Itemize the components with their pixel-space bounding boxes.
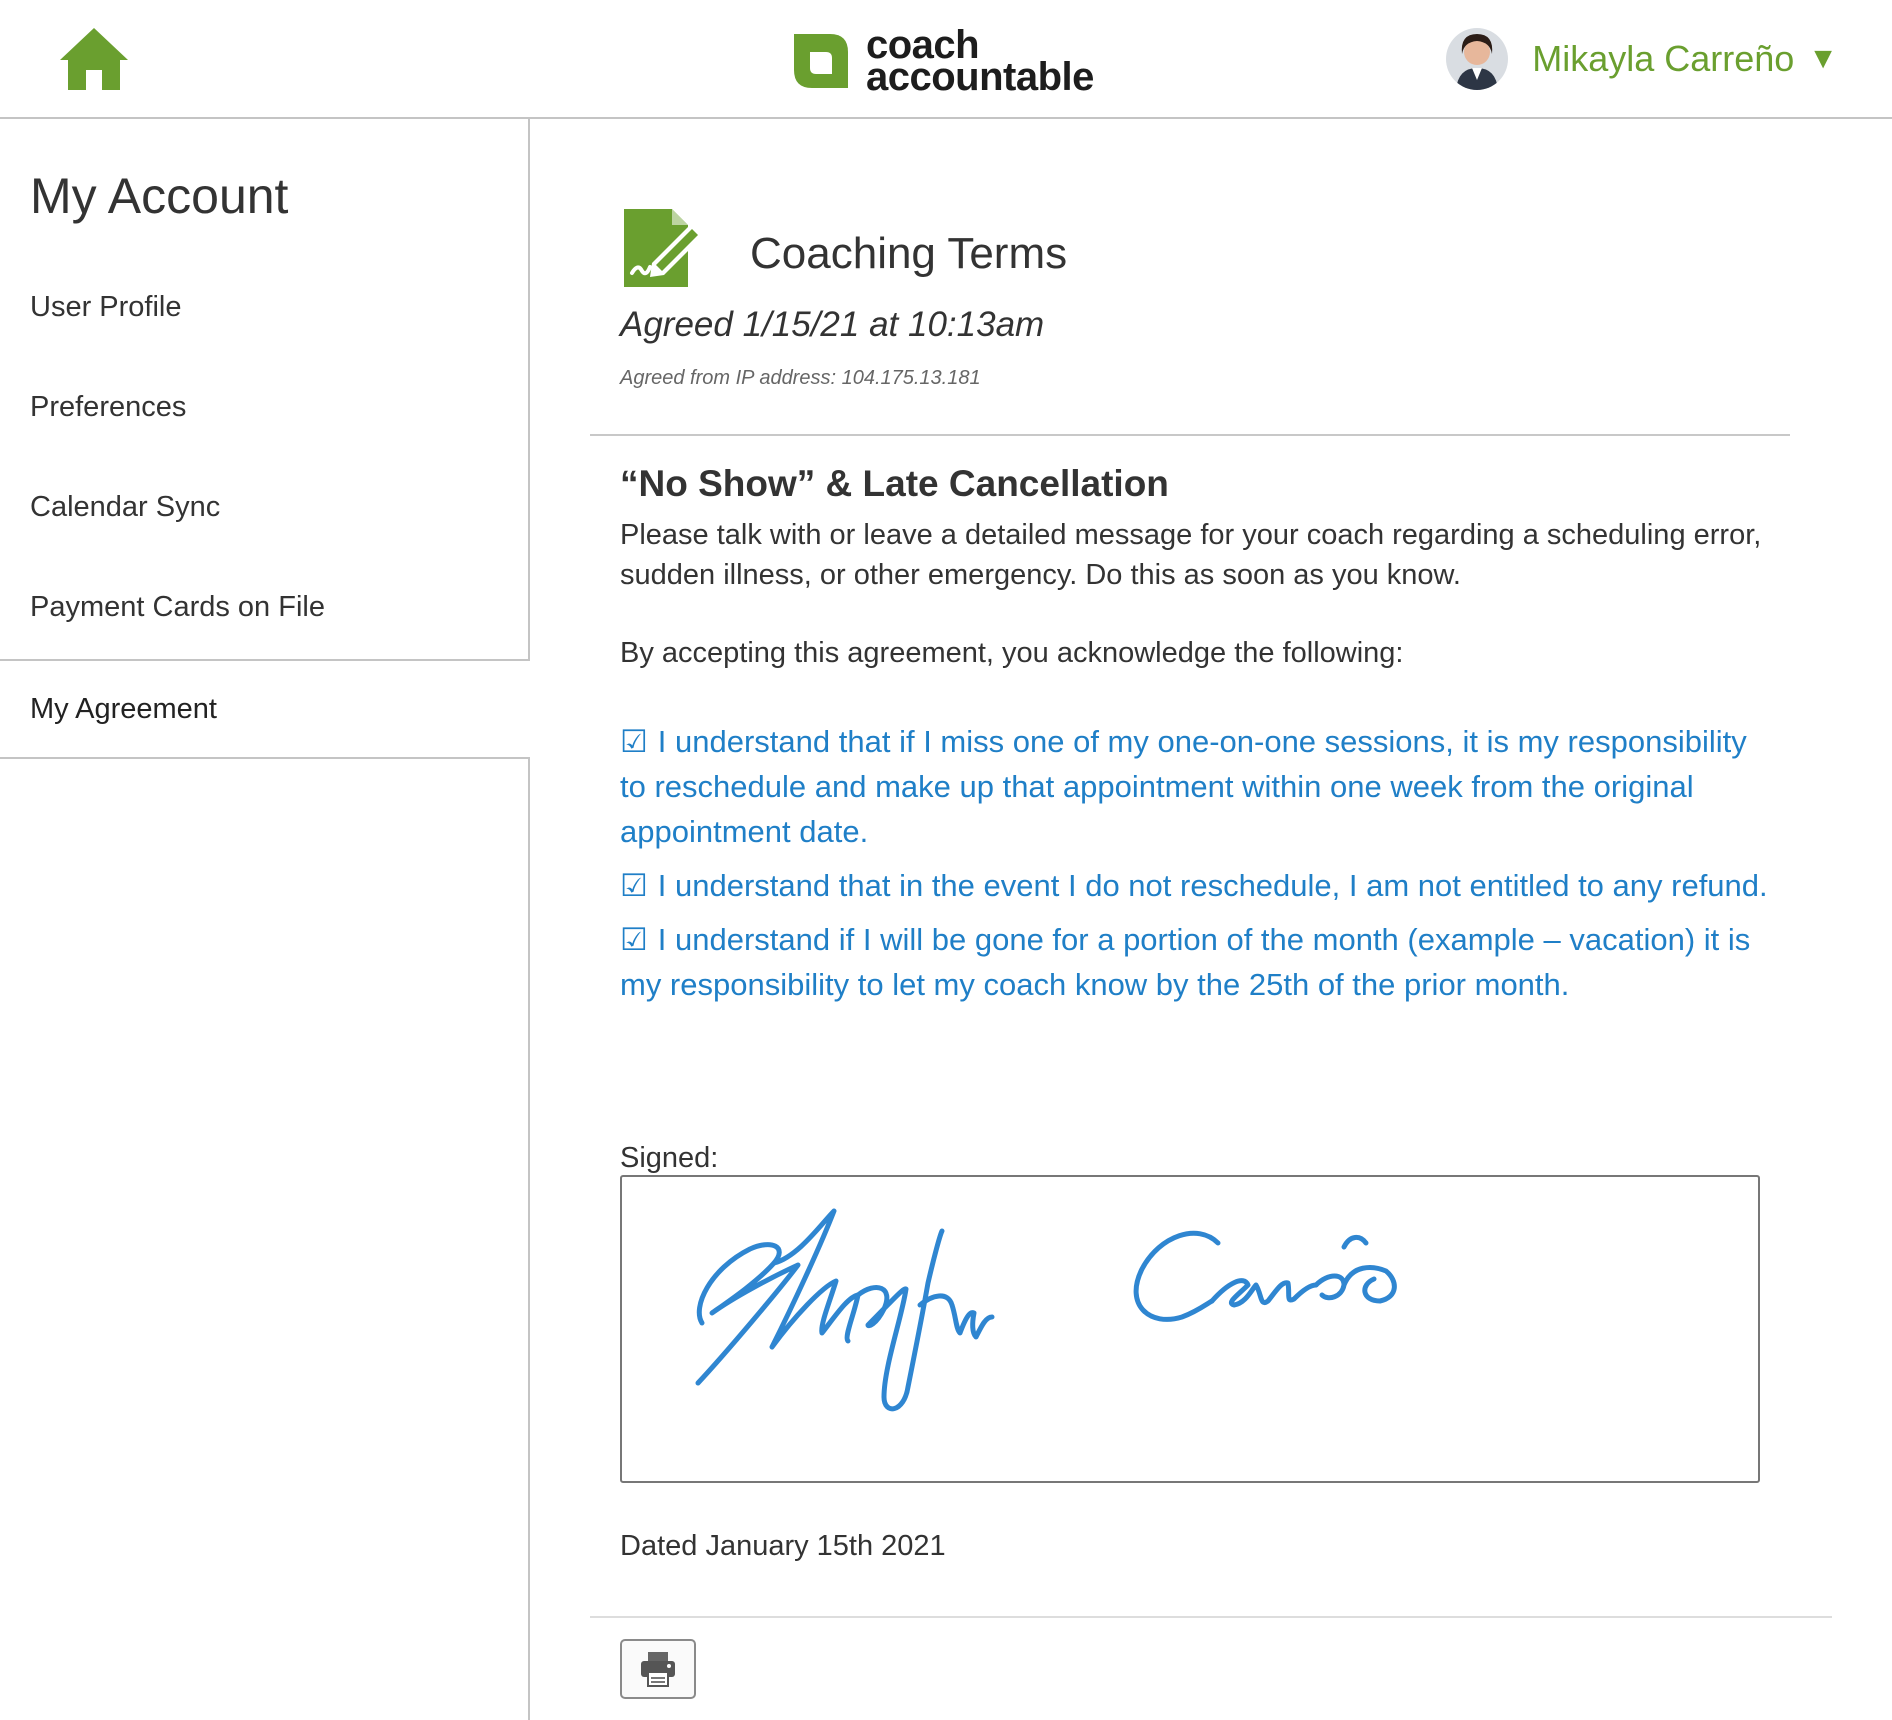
acknowledgement-item: ☑ I understand that if I miss one of my o… bbox=[620, 719, 1770, 854]
sidebar-title: My Account bbox=[30, 168, 289, 224]
sidebar-item-preferences[interactable]: Preferences bbox=[30, 391, 186, 424]
policy-paragraph: Please talk with or leave a detailed mes… bbox=[620, 519, 1762, 591]
acknowledgement-text: I understand that if I miss one of my on… bbox=[620, 724, 1747, 849]
signed-label: Signed: bbox=[620, 1142, 719, 1174]
acknowledgement-item: ☑ I understand if I will be gone for a po… bbox=[620, 917, 1770, 1007]
user-name[interactable]: Mikayla Carreño bbox=[1532, 38, 1794, 80]
account-sidebar: My Account User Profile Preferences Cale… bbox=[0, 119, 530, 1720]
sidebar-item-my-agreement[interactable]: My Agreement bbox=[30, 693, 217, 726]
top-bar: coach accountable Mikayla Carreño ▼ bbox=[0, 0, 1892, 119]
checkbox-checked-icon: ☑ bbox=[620, 868, 648, 903]
logo-line-2: accountable bbox=[866, 55, 1094, 99]
sidebar-item-user-profile[interactable]: User Profile bbox=[30, 291, 182, 324]
document-signature-icon bbox=[624, 209, 702, 287]
divider bbox=[590, 1616, 1832, 1618]
section-heading: “No Show” & Late Cancellation bbox=[620, 463, 1169, 504]
logo-text: coach accountable bbox=[866, 25, 1094, 99]
divider bbox=[590, 434, 1790, 436]
checkbox-checked-icon: ☑ bbox=[620, 724, 648, 759]
acknowledgement-item: ☑ I understand that in the event I do not… bbox=[620, 863, 1770, 908]
checkbox-checked-icon: ☑ bbox=[620, 922, 648, 957]
agreement-title: Coaching Terms bbox=[750, 229, 1068, 278]
acknowledgement-text: I understand that in the event I do not … bbox=[657, 868, 1768, 903]
acknowledgement-list: ☑ I understand that if I miss one of my o… bbox=[620, 719, 1770, 1016]
coach-accountable-logo[interactable]: coach accountable bbox=[790, 25, 1094, 99]
printer-icon bbox=[641, 1652, 675, 1687]
sidebar-item-calendar-sync[interactable]: Calendar Sync bbox=[30, 491, 220, 524]
home-icon[interactable] bbox=[58, 26, 130, 92]
dated-text: Dated January 15th 2021 bbox=[620, 1530, 946, 1562]
agreed-timestamp: Agreed 1/15/21 at 10:13am bbox=[620, 305, 1045, 344]
acknowledge-paragraph: By accepting this agreement, you acknowl… bbox=[620, 637, 1404, 669]
print-button[interactable] bbox=[620, 1639, 696, 1699]
user-avatar[interactable] bbox=[1446, 28, 1509, 90]
agreed-ip-address: Agreed from IP address: 104.175.13.181 bbox=[620, 367, 981, 389]
user-menu[interactable]: Mikayla Carreño ▼ bbox=[1446, 26, 1838, 92]
agreement-panel: Coaching Terms Agreed 1/15/21 at 10:13am… bbox=[532, 119, 1892, 1720]
logo-mark-icon bbox=[794, 34, 848, 88]
signature-box bbox=[620, 1175, 1760, 1483]
sidebar-item-my-agreement-selected[interactable]: My Agreement bbox=[0, 659, 530, 759]
acknowledgement-text: I understand if I will be gone for a por… bbox=[620, 922, 1751, 1002]
chevron-down-icon[interactable]: ▼ bbox=[1808, 42, 1838, 76]
sidebar-item-payment-cards[interactable]: Payment Cards on File bbox=[30, 591, 325, 624]
handwritten-signature bbox=[695, 1208, 1397, 1412]
